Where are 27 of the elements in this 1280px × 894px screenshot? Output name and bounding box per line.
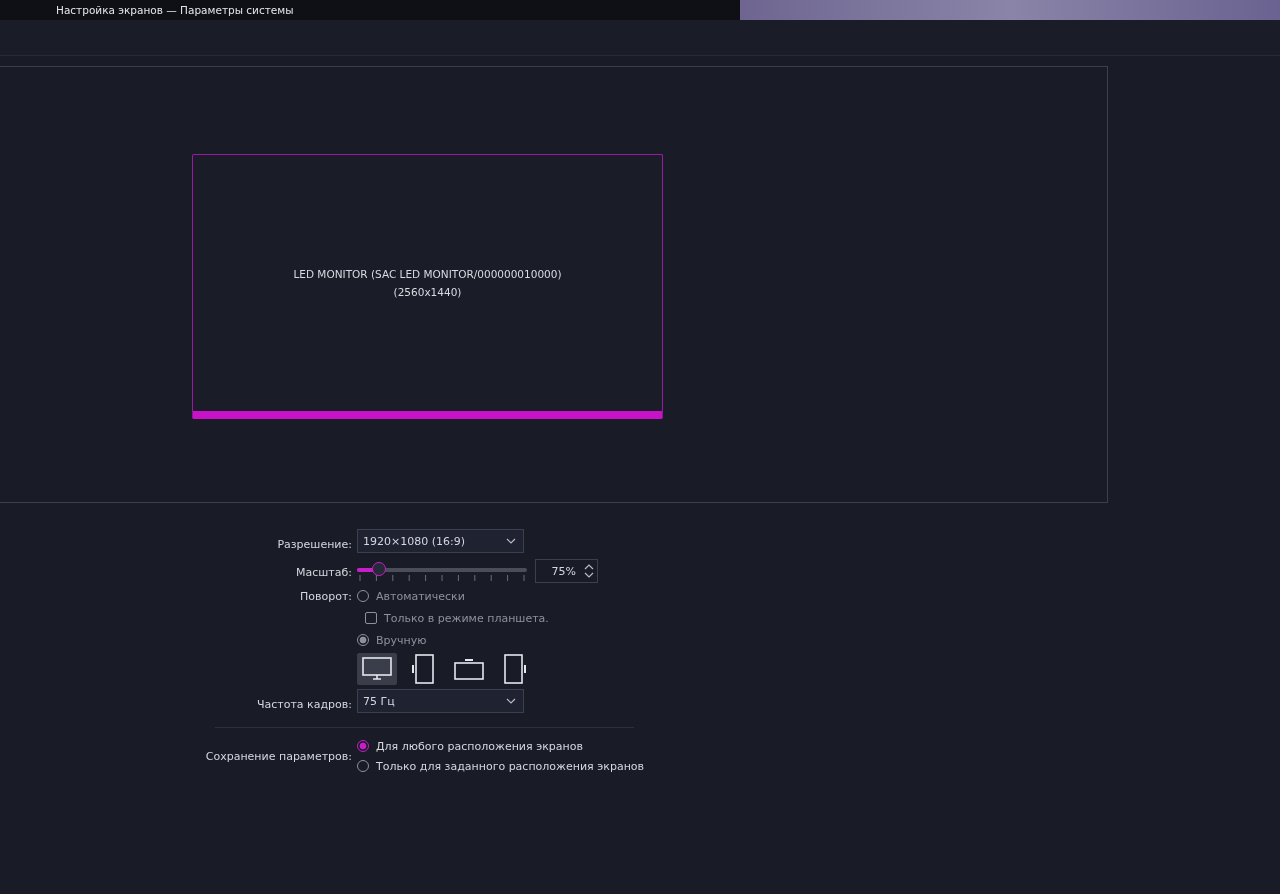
rotation-label: Поворот: xyxy=(298,589,352,603)
refresh-rate-label: Частота кадров: xyxy=(256,697,352,711)
auto-rotation-label: Автоматически xyxy=(376,589,465,603)
resolution-dropdown[interactable]: 1920×1080 (16:9) xyxy=(357,529,524,553)
portrait-screen-icon xyxy=(411,654,435,684)
slider-ticks-icon xyxy=(357,575,527,581)
save-option-label: Для любого расположения экранов xyxy=(376,739,583,753)
refresh-rate-dropdown[interactable]: 75 Гц xyxy=(357,689,524,713)
flipped-screen-icon xyxy=(454,658,484,680)
monitor-icon xyxy=(362,657,392,681)
save-option-label: Только для заданного расположения экранов xyxy=(376,759,645,773)
resolution-label: Разрешение: xyxy=(276,537,352,551)
chevron-down-icon xyxy=(506,698,516,704)
screen-resolution: (2560x1440) xyxy=(393,286,462,298)
scale-label: Масштаб: xyxy=(295,565,352,579)
scale-slider[interactable] xyxy=(357,560,527,582)
chevron-down-icon xyxy=(506,538,516,544)
screen-name: LED MONITOR (SAC LED MONITOR/000000010000) xyxy=(293,268,562,280)
tablet-mode-label: Только в режиме планшета. xyxy=(384,611,549,625)
radio-button[interactable] xyxy=(357,740,369,752)
manual-rotation-label: Вручную xyxy=(376,633,427,647)
window-title: Настройка экранов — Параметры системы xyxy=(56,4,294,16)
portrait-screen-icon xyxy=(503,654,527,684)
stepper-icon xyxy=(584,563,594,579)
screen-tile[interactable]: LED MONITOR (SAC LED MONITOR/000000010000) (2560x1440) xyxy=(192,154,663,419)
save-settings-label: Сохранение параметров: xyxy=(204,749,352,763)
scale-spinbox[interactable]: 75% xyxy=(535,559,598,583)
